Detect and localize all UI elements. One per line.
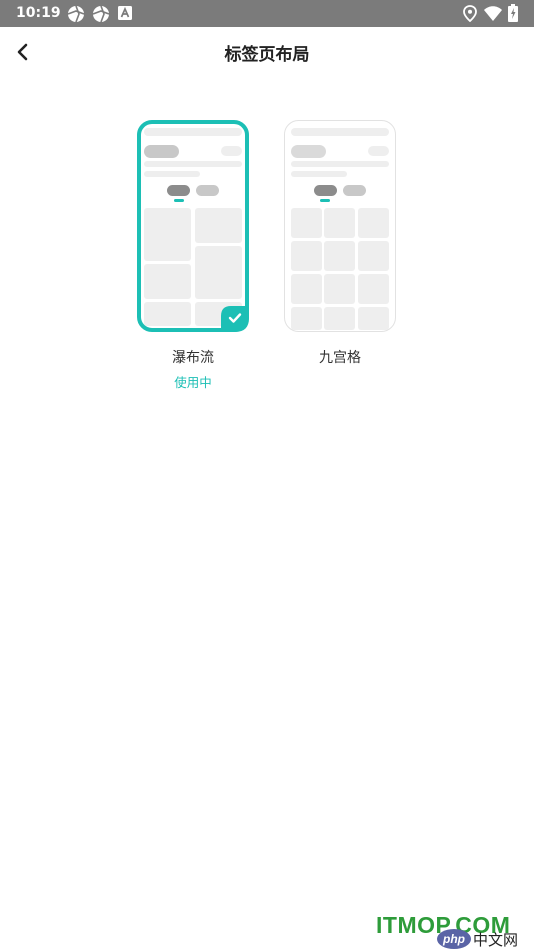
status-time: 10:19 [16, 5, 61, 21]
wifi-icon [484, 6, 502, 21]
layout-label-waterfall: 瀑布流 [172, 350, 214, 366]
app-bar: 标签页布局 [0, 27, 534, 77]
waterfall-preview [137, 120, 249, 332]
aperture-icon [92, 5, 110, 23]
in-use-badge: 使用中 [174, 375, 212, 390]
layout-option-grid[interactable]: 九宫格 [284, 120, 396, 366]
php-logo: php 中文网 [437, 929, 518, 949]
battery-charging-icon [508, 4, 518, 22]
layout-label-grid: 九宫格 [319, 350, 361, 366]
aperture-icon [67, 5, 85, 23]
location-icon [463, 5, 477, 22]
grid-preview [284, 120, 396, 332]
php-site-text: 中文网 [473, 931, 518, 949]
check-icon [228, 313, 242, 323]
php-logo-text: php [442, 932, 465, 946]
app-notification-icon [118, 6, 132, 20]
page-title: 标签页布局 [224, 45, 310, 65]
status-bar: 10:19 [0, 0, 534, 27]
layout-option-waterfall[interactable]: 瀑布流 使用中 [137, 120, 249, 390]
